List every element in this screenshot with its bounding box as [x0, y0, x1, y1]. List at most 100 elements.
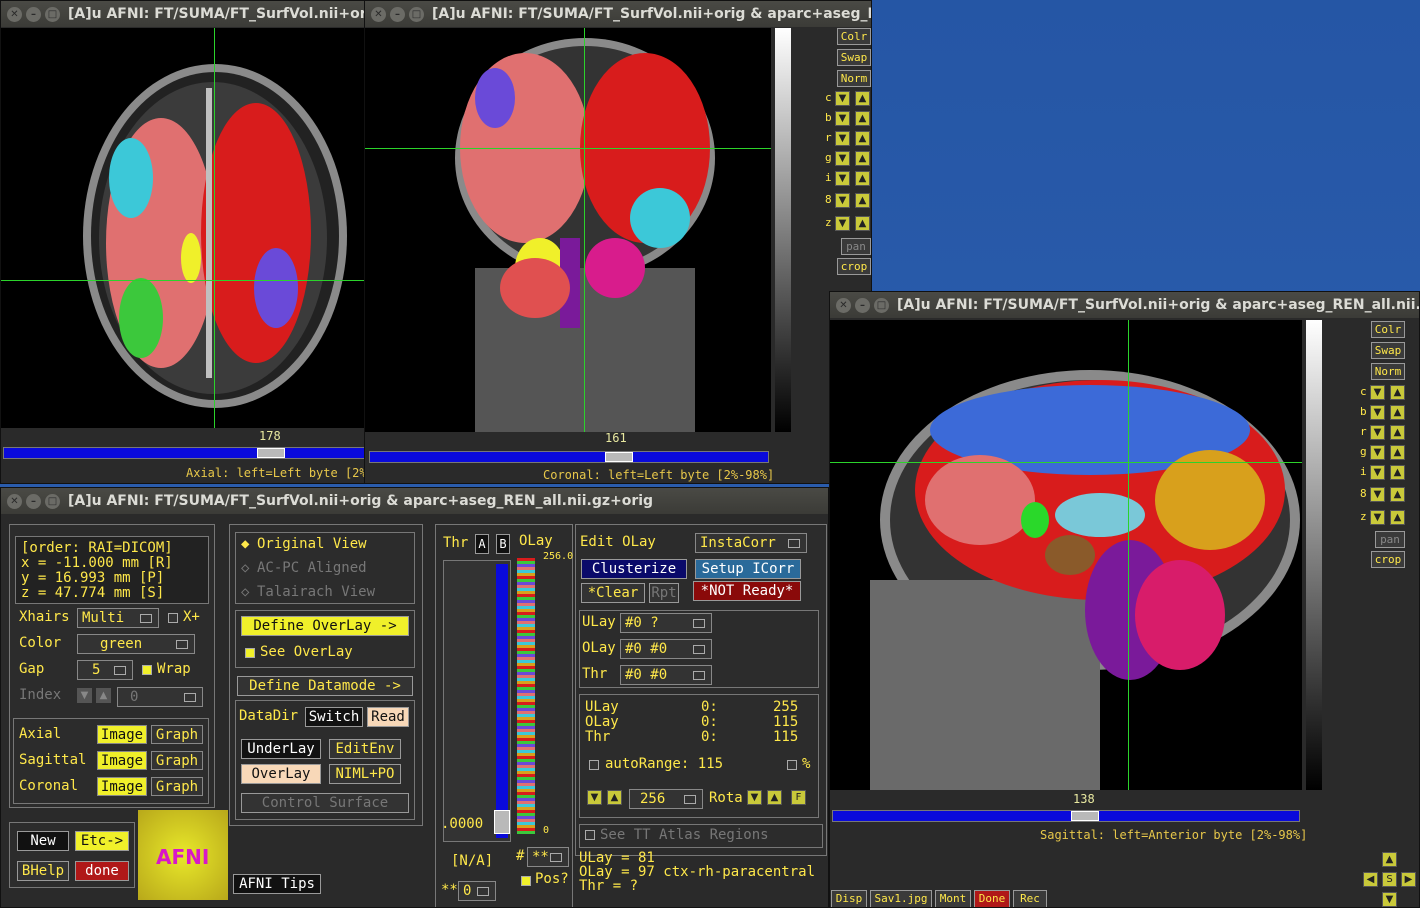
flip-button[interactable]: F — [791, 790, 806, 805]
afni-tips-button[interactable]: AFNI Tips — [233, 874, 321, 894]
montage-button[interactable]: Mont — [935, 890, 971, 907]
arrow-up-icon[interactable]: ▲ — [1390, 425, 1405, 440]
sagittal-swap-button[interactable]: Swap — [1371, 342, 1405, 359]
ulay-select[interactable]: #0 ? — [620, 613, 712, 633]
not-ready-button[interactable]: *NOT Ready* — [693, 581, 801, 601]
coronal-image-button[interactable]: Image — [97, 777, 147, 796]
read-button[interactable]: Read — [367, 707, 409, 727]
axial-slice-slider[interactable] — [3, 447, 365, 459]
arrow-up-icon[interactable]: ▲ — [855, 111, 870, 126]
arrow-down-icon[interactable]: ▼ — [77, 688, 92, 703]
close-icon[interactable]: ✕ — [7, 493, 22, 509]
clusterize-button[interactable]: Clusterize — [581, 559, 687, 579]
pct-checkbox[interactable] — [787, 760, 797, 770]
olay-select[interactable]: #0 #0 — [620, 639, 712, 659]
sagittal-colr-button[interactable]: Colr — [1371, 321, 1405, 338]
arrow-up-icon[interactable]: ▲ — [1390, 510, 1405, 525]
control-surface-button[interactable]: Control Surface — [241, 793, 409, 813]
sagittal-norm-button[interactable]: Norm — [1371, 363, 1405, 380]
color-select[interactable]: green — [77, 634, 195, 654]
coronal-image[interactable] — [365, 28, 771, 432]
arrow-up-icon[interactable]: ▲ — [1390, 465, 1405, 480]
maximize-icon[interactable]: □ — [874, 297, 889, 313]
etc-button[interactable]: Etc-> — [75, 831, 129, 851]
underlay-button[interactable]: UnderLay — [241, 739, 321, 759]
arrow-up-icon[interactable]: ▲ — [1390, 385, 1405, 400]
overlay-colorbar[interactable] — [517, 558, 535, 834]
pos-checkbox[interactable] — [521, 876, 531, 886]
instacorr-select[interactable]: InstaCorr — [695, 533, 807, 553]
arrow-up-icon[interactable]: ▲ — [855, 193, 870, 208]
arrow-down-icon[interactable]: ▼ — [835, 193, 850, 208]
thr-scale-select[interactable]: 0 — [458, 881, 496, 901]
arrow-up-icon[interactable]: ▲ — [96, 688, 111, 703]
maximize-icon[interactable]: □ — [45, 6, 60, 22]
minimize-icon[interactable]: – — [855, 297, 870, 313]
tlrc-view-radio[interactable]: ◇ — [241, 584, 249, 600]
slider-thumb[interactable] — [1071, 811, 1099, 821]
arrow-up-icon[interactable]: ▲ — [855, 171, 870, 186]
minimize-icon[interactable]: – — [390, 6, 405, 22]
axial-graph-button[interactable]: Graph — [151, 725, 203, 744]
coronal-colorbar[interactable] — [775, 28, 791, 432]
arrow-down-icon[interactable]: ▼ — [1370, 510, 1385, 525]
wrap-checkbox[interactable] — [142, 665, 152, 675]
disp-button[interactable]: Disp — [831, 890, 867, 907]
threshold-slider-bar[interactable] — [496, 564, 508, 838]
arrow-up-icon[interactable]: ▲ — [1390, 445, 1405, 460]
arrow-up-icon[interactable]: ▲ — [855, 216, 870, 231]
arrow-down-icon[interactable]: ▼ — [835, 131, 850, 146]
index-field[interactable]: 0 — [117, 687, 203, 707]
sagittal-titlebar[interactable]: ✕ – □ [A]u AFNI: FT/SUMA/FT_SurfVol.nii+or… — [830, 292, 1419, 318]
arrow-up-icon[interactable]: ▲ — [1390, 487, 1405, 502]
arrow-down-icon[interactable]: ▼ — [835, 151, 850, 166]
arrow-down-icon[interactable]: ▼ — [1370, 405, 1385, 420]
sagittal-image[interactable] — [830, 320, 1302, 790]
minimize-icon[interactable]: – — [26, 6, 41, 22]
close-icon[interactable]: ✕ — [7, 6, 22, 22]
acpc-view-radio[interactable]: ◇ — [241, 560, 249, 576]
axial-titlebar[interactable]: ✕ – □ [A]u AFNI: FT/SUMA/FT_SurfVol.nii+or… — [1, 1, 367, 27]
bhelp-button[interactable]: BHelp — [17, 861, 69, 881]
arrow-left-icon[interactable]: ◀ — [1363, 872, 1378, 887]
arrow-up-icon[interactable]: ▲ — [767, 790, 782, 805]
coronal-graph-button[interactable]: Graph — [151, 777, 203, 796]
overlay-button[interactable]: OverLay — [241, 764, 321, 784]
rpt-button[interactable]: Rpt — [649, 583, 679, 603]
clear-button[interactable]: *Clear — [581, 583, 645, 603]
niml-button[interactable]: NIML+PO — [329, 764, 401, 784]
hash-select[interactable]: ** — [527, 847, 569, 867]
sagittal-graph-button[interactable]: Graph — [151, 751, 203, 770]
arrow-up-icon[interactable]: ▲ — [607, 790, 622, 805]
maximize-icon[interactable]: □ — [409, 6, 424, 22]
setup-icorr-button[interactable]: Setup ICorr — [695, 559, 801, 579]
coronal-titlebar[interactable]: ✕ – □ [A]u AFNI: FT/SUMA/FT_SurfVol.nii+or… — [365, 1, 871, 27]
sagittal-image-button[interactable]: Image — [97, 751, 147, 770]
done-button[interactable]: done — [75, 861, 129, 881]
arrow-up-icon[interactable]: ▲ — [1390, 405, 1405, 420]
arrow-down-icon[interactable]: ▼ — [835, 216, 850, 231]
coronal-swap-button[interactable]: Swap — [837, 49, 871, 66]
see-overlay-checkbox[interactable] — [245, 648, 255, 658]
xhairs-select[interactable]: Multi — [77, 608, 159, 628]
sagittal-crop-button[interactable]: crop — [1371, 551, 1405, 568]
done-button[interactable]: Done — [974, 890, 1010, 907]
editenv-button[interactable]: EditEnv — [329, 739, 401, 759]
arrow-up-icon[interactable]: ▲ — [855, 131, 870, 146]
sagittal-pan-button[interactable]: pan — [1375, 531, 1405, 548]
coronal-pan-button[interactable]: pan — [841, 238, 871, 255]
coronal-norm-button[interactable]: Norm — [837, 70, 871, 87]
close-icon[interactable]: ✕ — [371, 6, 386, 22]
coronal-crop-button[interactable]: crop — [837, 258, 871, 275]
sagittal-slice-slider[interactable] — [832, 810, 1300, 822]
close-icon[interactable]: ✕ — [836, 297, 851, 313]
arrow-up-icon[interactable]: ▲ — [855, 151, 870, 166]
arrow-up-icon[interactable]: ▲ — [1382, 852, 1397, 867]
slider-thumb[interactable] — [257, 448, 285, 458]
thr-a-button[interactable]: A — [475, 534, 489, 554]
switch-button[interactable]: Switch — [305, 707, 363, 727]
arrow-down-icon[interactable]: ▼ — [1382, 892, 1397, 907]
range-field[interactable]: 256 — [629, 789, 703, 809]
arrow-down-icon[interactable]: ▼ — [1370, 465, 1385, 480]
define-overlay-button[interactable]: Define OverLay -> — [241, 616, 409, 636]
